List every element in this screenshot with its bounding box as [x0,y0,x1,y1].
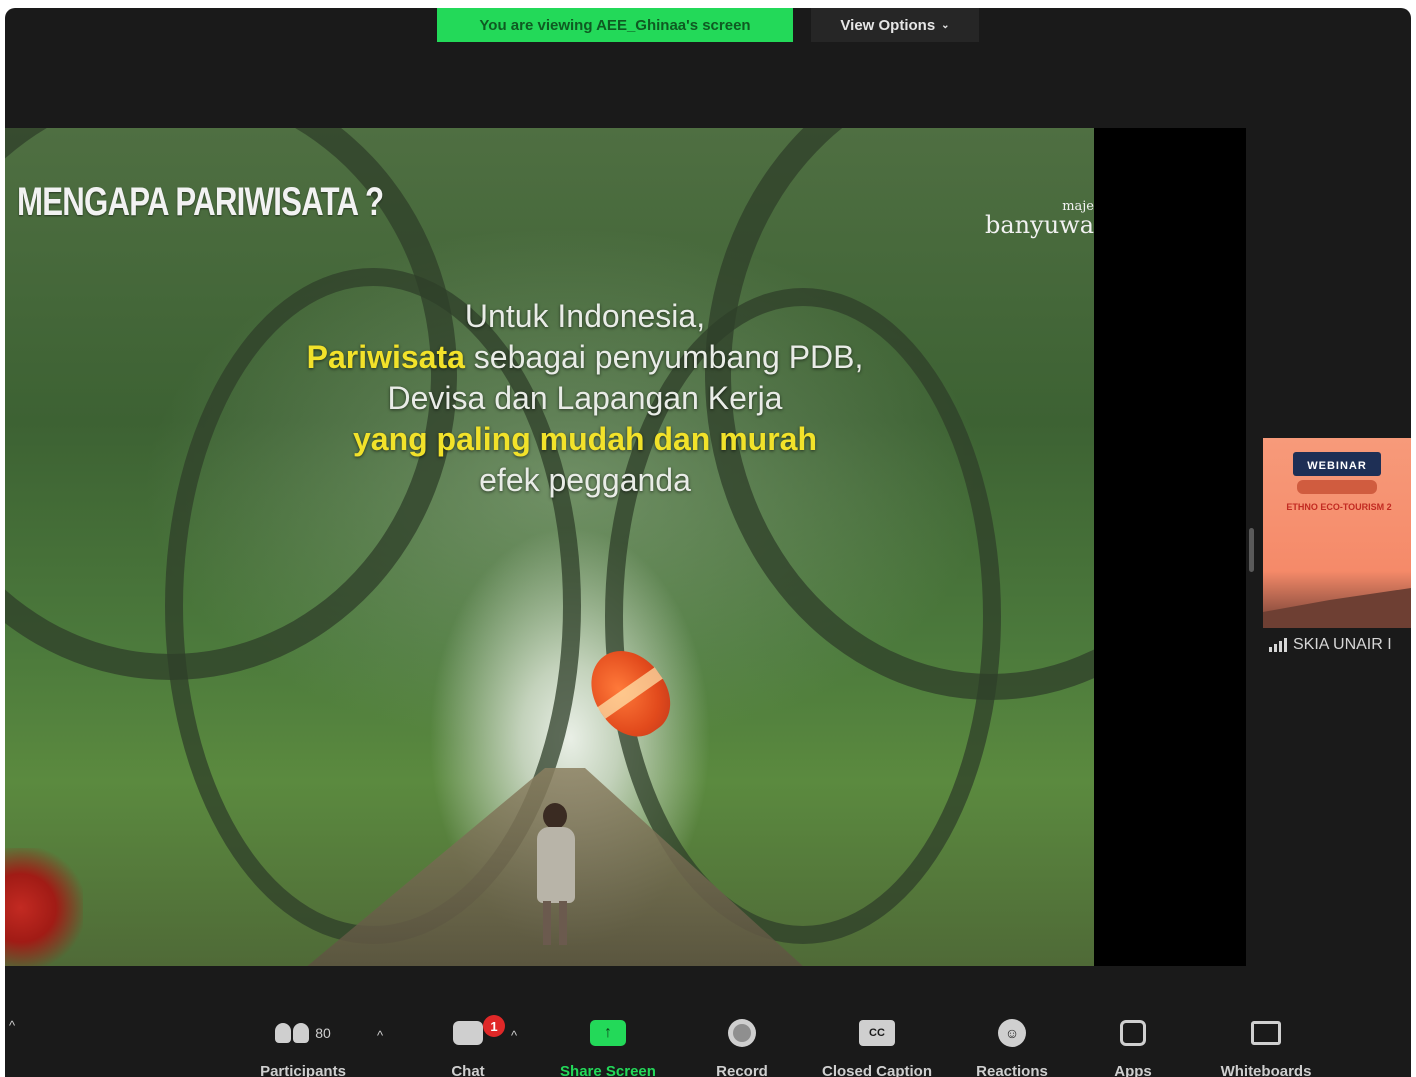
record-icon [728,1019,756,1047]
participant-video-feed: WEBINAR ETHNO ECO-TOURISM 2 [1263,438,1411,628]
highlight-text: Pariwisata [306,339,465,375]
share-screen-label: Share Screen [560,1063,656,1077]
shared-screen-slide: MENGAPA PARIWISATA ? maje banyuwa Untuk … [5,128,1094,966]
participant-name: SKIA UNAIR I [1293,636,1392,653]
slide-line: efek pegganda [479,462,691,498]
logo-bottom-text: banyuwa [985,211,1094,239]
chat-label: Chat [451,1063,485,1077]
cc-icon: CC [859,1020,895,1046]
participant-video-thumbnail[interactable]: WEBINAR ETHNO ECO-TOURISM 2 SKIA UNAIR I [1263,438,1411,658]
chat-options-caret-icon[interactable]: ^ [511,1028,517,1043]
viewing-screen-banner: You are viewing AEE_Ghinaa's screen [437,8,793,42]
participants-button[interactable]: 80 Participants [233,1016,373,1077]
participants-label: Participants [260,1063,346,1077]
chat-unread-badge: 1 [483,1015,505,1037]
people-icon [275,1023,310,1043]
record-label: Record [716,1063,768,1077]
signal-strength-icon [1269,638,1287,652]
reactions-button[interactable]: ☺ Reactions [942,1016,1082,1077]
closed-caption-label: Closed Caption [821,1063,932,1077]
share-screen-button[interactable]: ↑ Share Screen [538,1016,678,1077]
webinar-subtitle: ETHNO ECO-TOURISM 2 [1286,502,1392,512]
share-screen-icon: ↑ [590,1020,626,1046]
viewing-screen-text: You are viewing AEE_Ghinaa's screen [479,16,751,34]
reactions-label: Reactions [976,1063,1048,1077]
chat-button[interactable]: 1 Chat [398,1015,538,1077]
whiteboards-button[interactable]: Whiteboards [1196,1016,1336,1077]
apps-button[interactable]: Apps [1063,1016,1203,1077]
chevron-down-icon: ⌄ [941,19,950,31]
script-title-shape [1297,480,1377,494]
letterbox-area [1094,128,1246,966]
whiteboard-icon [1251,1021,1281,1045]
hill-shape [1263,588,1411,628]
banyuwangi-logo: maje banyuwa [985,200,1094,237]
participant-count: 80 [315,1025,331,1041]
slide-line: Devisa dan Lapangan Kerja [387,380,783,416]
closed-caption-button[interactable]: CC Closed Caption [807,1016,947,1077]
webinar-text: WEBINAR [1307,460,1367,472]
highlight-text: yang paling mudah dan murah [352,421,818,457]
chat-icon: 1 [453,1015,505,1045]
child-figure [533,803,579,953]
toolbar-caret-icon[interactable]: ^ [9,1018,15,1033]
slide-line: Pariwisata sebagai penyumbang PDB, [155,337,1015,378]
view-options-button[interactable]: View Options ⌄ [811,8,979,42]
reaction-icon: ☺ [998,1019,1026,1047]
panel-resize-handle[interactable] [1249,528,1254,572]
participants-options-caret-icon[interactable]: ^ [377,1028,383,1043]
view-options-label: View Options [840,16,936,34]
presenter-figure [5,848,83,966]
participant-name-tag: SKIA UNAIR I [1269,636,1392,654]
slide-line: Untuk Indonesia, [464,298,706,334]
slide-line-rest: sebagai penyumbang PDB, [464,339,864,375]
slide-title: MENGAPA PARIWISATA ? [17,180,384,224]
slide-body-text: Untuk Indonesia, Pariwisata sebagai peny… [155,296,1015,501]
apps-label: Apps [1114,1063,1152,1077]
whiteboards-label: Whiteboards [1220,1063,1312,1077]
record-button[interactable]: Record [672,1016,812,1077]
apps-icon [1120,1020,1146,1046]
zoom-meeting-window: You are viewing AEE_Ghinaa's screen View… [5,8,1411,1077]
